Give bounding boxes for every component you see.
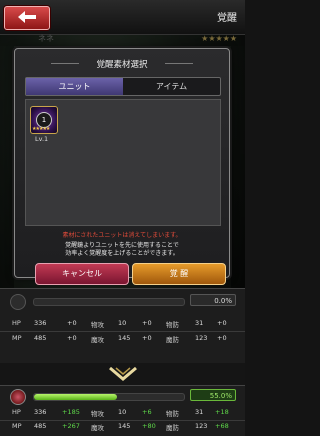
back-button[interactable] <box>4 6 50 30</box>
cancel-button[interactable]: キャンセル <box>35 263 129 285</box>
tab-bar: ユニット アイテム <box>25 77 221 96</box>
dialog-title: 覚醒素材選択 <box>15 58 229 70</box>
after-progress-fill <box>34 394 117 400</box>
stat-bonus: +267 <box>62 422 80 430</box>
divider <box>0 331 245 332</box>
sub-header: ネネ ★★★★★ <box>0 34 245 46</box>
current-stats-panel: 0.0% HP 336 +0 物攻 10 +0 物防 31 +0 MP 485 … <box>0 288 245 364</box>
stat-label: 魔攻 <box>91 424 104 432</box>
awaken-orb-icon <box>10 294 26 310</box>
stat-label: MP <box>12 422 22 430</box>
stat-value: 123 <box>195 422 208 430</box>
stat-row: HP 336 +0 物攻 10 +0 物防 31 +0 <box>0 319 245 332</box>
tab-items[interactable]: アイテム <box>123 78 220 95</box>
stat-value: 31 <box>195 319 204 327</box>
stat-label: 物防 <box>166 410 179 418</box>
stat-value: 336 <box>34 319 47 327</box>
stat-value: 485 <box>34 422 47 430</box>
stat-label: HP <box>12 408 21 416</box>
current-percent: 0.0% <box>190 294 236 306</box>
stat-value: 10 <box>118 408 127 416</box>
awaken-seed-icon <box>10 389 26 405</box>
back-arrow-icon <box>18 11 36 23</box>
stat-bonus: +6 <box>142 408 152 416</box>
stat-label: MP <box>12 334 22 342</box>
after-progress-bar <box>33 393 185 401</box>
stat-bonus: +18 <box>215 408 229 416</box>
stat-bonus: +0 <box>142 334 152 342</box>
stat-value: 10 <box>118 319 127 327</box>
current-progress-bar <box>33 298 185 306</box>
warning-text: 素材にされたユニットは消えてしまいます。 <box>62 232 182 239</box>
stat-label: 魔防 <box>166 336 179 344</box>
description-line-2: 効率よく覚醒度を上げることができます。 <box>65 250 179 257</box>
unit-slot[interactable]: 1 ★★★★★ <box>30 106 58 134</box>
stat-bonus: +0 <box>67 319 77 327</box>
stat-value: 485 <box>34 334 47 342</box>
stat-bonus: +0 <box>142 319 152 327</box>
awaken-button[interactable]: 覚 醒 <box>132 263 226 285</box>
stat-value: 145 <box>118 334 131 342</box>
stat-bonus: +0 <box>217 334 227 342</box>
left-shade <box>0 46 14 288</box>
right-shade <box>231 46 245 288</box>
unit-level-label: Lv.1 <box>35 135 49 143</box>
stat-label: 魔攻 <box>91 336 104 344</box>
stat-row: MP 485 +267 魔攻 145 +80 魔防 123 +68 <box>0 422 245 434</box>
material-select-dialog: 覚醒素材選択 ユニット アイテム 1 ★★★★★ Lv.1 素材にされたユニット… <box>14 48 230 285</box>
stat-row: MP 485 +0 魔攻 145 +0 魔防 123 +0 <box>0 334 245 346</box>
unit-name-text: ネネ <box>38 34 54 43</box>
stat-label: 魔防 <box>166 424 179 432</box>
after-percent: 55.0% <box>190 389 236 401</box>
page-title: 覚醒 <box>217 13 237 24</box>
tab-units[interactable]: ユニット <box>26 78 123 95</box>
stat-label: HP <box>12 319 21 327</box>
stat-label: 物防 <box>166 321 179 329</box>
stat-bonus: +0 <box>217 319 227 327</box>
stat-label: 物攻 <box>91 321 104 329</box>
unit-stars: ★★★★★ <box>32 126 50 132</box>
stat-row: HP 336 +185 物攻 10 +6 物防 31 +18 <box>0 408 245 421</box>
stat-bonus: +185 <box>62 408 80 416</box>
stat-bonus: +0 <box>67 334 77 342</box>
stat-value: 145 <box>118 422 131 430</box>
stat-value: 123 <box>195 334 208 342</box>
stat-value: 31 <box>195 408 204 416</box>
after-stats-panel: 55.0% HP 336 +185 物攻 10 +6 物防 31 +18 MP … <box>0 385 245 436</box>
stat-bonus: +68 <box>215 422 229 430</box>
rarity-stars: ★★★★★ <box>201 34 237 43</box>
stat-value: 336 <box>34 408 47 416</box>
top-bar: 覚醒 <box>0 0 245 35</box>
stat-label: 物攻 <box>91 410 104 418</box>
material-grid: 1 ★★★★★ Lv.1 <box>25 99 221 226</box>
stat-bonus: +80 <box>142 422 156 430</box>
divider <box>0 420 245 421</box>
chevron-down-icon <box>109 366 137 381</box>
